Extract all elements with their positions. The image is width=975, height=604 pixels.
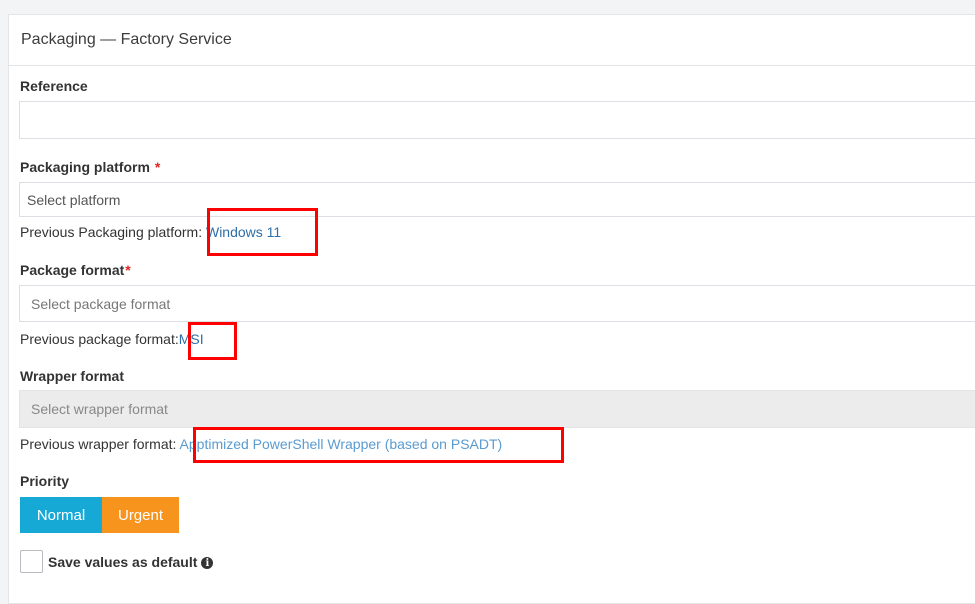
previous-package-format-value[interactable]: MSI xyxy=(179,331,204,347)
previous-wrapper-format: Previous wrapper format: Apptimized Powe… xyxy=(20,436,502,452)
previous-package-format: Previous package format:MSI xyxy=(20,331,204,347)
wrapper-format-select[interactable]: Select wrapper format xyxy=(19,390,975,428)
priority-urgent-button[interactable]: Urgent xyxy=(102,497,179,533)
reference-input[interactable] xyxy=(19,101,975,139)
save-default-checkbox[interactable] xyxy=(20,550,43,573)
previous-wrapper-format-value[interactable]: Apptimized PowerShell Wrapper (based on … xyxy=(180,436,503,452)
required-mark: * xyxy=(125,262,131,278)
info-icon[interactable]: i xyxy=(201,557,214,570)
required-mark: * xyxy=(154,159,161,175)
priority-label: Priority xyxy=(20,473,70,489)
reference-label: Reference xyxy=(20,78,88,94)
panel-title: Packaging — Factory Service xyxy=(9,15,975,66)
previous-platform-value[interactable]: Windows 11 xyxy=(206,224,281,240)
save-default-label[interactable]: Save values as default i xyxy=(48,554,214,570)
previous-platform: Previous Packaging platform: Windows 11 xyxy=(20,224,281,240)
previous-package-format-label: Previous package format: xyxy=(20,331,179,347)
platform-label-text: Packaging platform xyxy=(20,159,150,175)
package-format-label-text: Package format xyxy=(20,262,125,278)
save-default-label-text: Save values as default xyxy=(48,554,198,570)
priority-normal-button[interactable]: Normal xyxy=(20,497,102,533)
previous-platform-label: Previous Packaging platform: xyxy=(20,224,203,240)
wrapper-format-select-placeholder: Select wrapper format xyxy=(31,401,168,417)
platform-select-placeholder: Select platform xyxy=(27,191,121,208)
package-format-select-placeholder: Select package format xyxy=(31,295,171,312)
wrapper-format-label: Wrapper format xyxy=(20,368,124,384)
platform-select[interactable]: Select platform xyxy=(19,182,975,217)
package-format-select[interactable]: Select package format xyxy=(19,285,975,322)
platform-label: Packaging platform * xyxy=(20,159,160,175)
package-format-label: Package format* xyxy=(20,262,131,278)
previous-wrapper-format-label: Previous wrapper format: xyxy=(20,436,177,452)
